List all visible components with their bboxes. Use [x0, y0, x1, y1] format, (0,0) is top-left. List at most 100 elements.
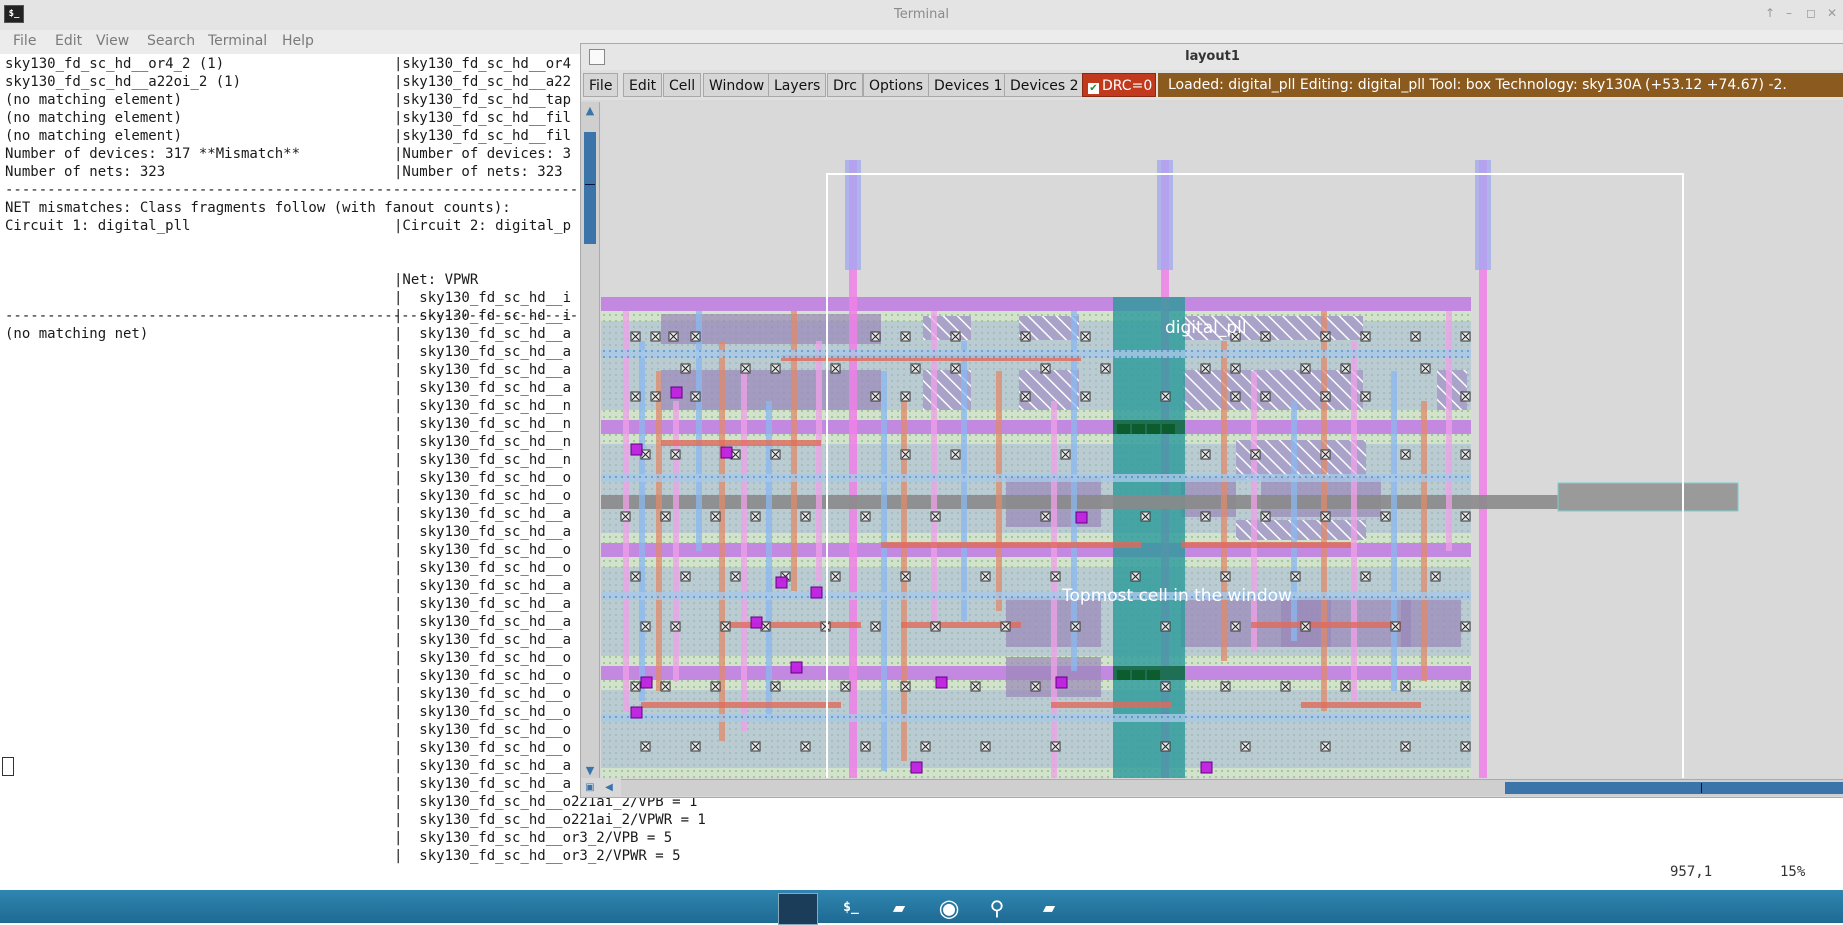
terminal-line-right: | sky130_fd_sc_hd__n	[394, 416, 572, 432]
terminal-cursor	[2, 757, 14, 776]
menu-help[interactable]: Help	[282, 33, 314, 49]
horizontal-scrollbar[interactable]	[621, 779, 1843, 796]
layout-status-bar: Loaded: digital_pll Editing: digital_pll…	[1158, 73, 1843, 97]
terminal-line-right: | sky130_fd_sc_hd__a	[394, 776, 572, 792]
menu-search[interactable]: Search	[147, 33, 195, 49]
vertical-scroll-mark	[585, 184, 595, 185]
vertical-scroll-thumb[interactable]	[584, 132, 596, 244]
search-icon[interactable]: ⚲	[978, 893, 1016, 923]
drc-check-icon: ✔	[1088, 83, 1099, 94]
terminal-line-left: (no matching element)	[5, 92, 183, 108]
terminal-line-right: | sky130_fd_sc_hd__n	[394, 434, 572, 450]
files-icon[interactable]: ▰	[1030, 893, 1068, 923]
terminal-line-right: | sky130_fd_sc_hd__or3_2/VPB = 5	[394, 830, 673, 846]
layout-canvas[interactable]: digital_pll Topmost cell in the window	[601, 102, 1843, 778]
layout-coordinates: (+53.12 +74.67) -2.	[1645, 77, 1787, 93]
horizontal-scroll-thumb[interactable]	[1505, 782, 1843, 794]
terminal-line-right: | sky130_fd_sc_hd__a	[394, 758, 572, 774]
minimize-icon[interactable]: –	[1786, 6, 1792, 20]
layout-menu-drc[interactable]: Drc	[827, 73, 863, 97]
terminal-line-right: | sky130_fd_sc_hd__a	[394, 524, 572, 540]
terminal-line-right: | sky130_fd_sc_hd__i	[394, 308, 572, 324]
layout-menu-file[interactable]: File	[583, 73, 619, 97]
terminal-line-right: | sky130_fd_sc_hd__a	[394, 506, 572, 522]
terminal-line-right: | sky130_fd_sc_hd__n	[394, 452, 572, 468]
terminal-line-right: |Circuit 2: digital_p	[394, 218, 572, 234]
layout-menu-options[interactable]: Options	[863, 73, 930, 97]
maximize-icon[interactable]: ◻	[1806, 6, 1816, 20]
terminal-title: Terminal	[894, 7, 949, 22]
menu-terminal[interactable]: Terminal	[208, 33, 267, 49]
folder-icon[interactable]: ▰	[880, 893, 918, 923]
close-icon[interactable]: ✕	[1827, 6, 1837, 20]
terminal-line-right: | sky130_fd_sc_hd__a	[394, 380, 572, 396]
scroll-up-icon[interactable]: ▲	[582, 104, 598, 117]
terminal-line-left: sky130_fd_sc_hd__or4_2 (1)	[5, 56, 225, 72]
terminal-icon[interactable]: $_	[832, 893, 870, 923]
terminal-line-right: | sky130_fd_sc_hd__a	[394, 596, 572, 612]
desktop-icon[interactable]	[778, 893, 818, 925]
taskbar	[0, 890, 1843, 923]
terminal-line-right: |sky130_fd_sc_hd__or4	[394, 56, 572, 72]
terminal-line-right: | sky130_fd_sc_hd__o	[394, 668, 572, 684]
terminal-line-right: | sky130_fd_sc_hd__o	[394, 488, 572, 504]
terminal-line-right: | sky130_fd_sc_hd__o	[394, 686, 572, 702]
layout-menu-layers[interactable]: Layers	[768, 73, 827, 97]
terminal-line-right: |sky130_fd_sc_hd__a22	[394, 74, 572, 90]
layout-title: layout1	[1185, 49, 1240, 64]
layout-menu-cell[interactable]: Cell	[663, 73, 702, 97]
menu-file[interactable]: File	[13, 33, 36, 49]
terminal-line-right: | sky130_fd_sc_hd__a	[394, 632, 572, 648]
scroll-down-icon[interactable]: ▼	[582, 764, 598, 777]
layout-menu-window[interactable]: Window	[703, 73, 771, 97]
terminal-line-right: | sky130_fd_sc_hd__o221ai_2/VPWR = 1	[394, 812, 706, 828]
terminal-line-right: | sky130_fd_sc_hd__a	[394, 326, 572, 342]
terminal-line-right: |Number of devices: 3	[394, 146, 572, 162]
terminal-line-right: | sky130_fd_sc_hd__o	[394, 740, 572, 756]
scroll-left-icon[interactable]: ◀	[601, 782, 617, 793]
terminal-line-left: Number of nets: 323	[5, 164, 166, 180]
layout-toolbar: File Edit Cell Window Layers Drc Options…	[581, 70, 1843, 100]
terminal-line-right: | sky130_fd_sc_hd__o	[394, 704, 572, 720]
terminal-line-right: | sky130_fd_sc_hd__o	[394, 650, 572, 666]
terminal-line-right: |Number of nets: 323	[394, 164, 563, 180]
terminal-line-left: (no matching net)	[5, 326, 149, 342]
terminal-line-right: | sky130_fd_sc_hd__o	[394, 722, 572, 738]
terminal-line-left: (no matching element)	[5, 128, 183, 144]
terminal-line-right: | sky130_fd_sc_hd__a	[394, 578, 572, 594]
layout-menu-edit[interactable]: Edit	[623, 73, 663, 97]
terminal-line-right: | sky130_fd_sc_hd__a	[394, 344, 572, 360]
terminal-line-right: | sky130_fd_sc_hd__a	[394, 614, 572, 630]
layout-menu-devices2[interactable]: Devices 2	[1004, 73, 1085, 97]
terminal-line-right: | sky130_fd_sc_hd__a	[394, 362, 572, 378]
terminal-line-right: |sky130_fd_sc_hd__tap	[394, 92, 572, 108]
layout-titlebar: layout1	[581, 44, 1843, 70]
window-up-icon[interactable]: ↑	[1765, 6, 1775, 20]
horizontal-scroll-mark	[1701, 783, 1702, 793]
terminal-line-left: (no matching element)	[5, 110, 183, 126]
layout-status-text: Loaded: digital_pll Editing: digital_pll…	[1168, 77, 1642, 93]
browser-icon[interactable]: ◉	[930, 893, 968, 923]
drc-toggle[interactable]: ✔ DRC=0	[1082, 73, 1156, 97]
cell-name-label: digital_pll	[1165, 318, 1247, 338]
terminal-line-right: |sky130_fd_sc_hd__fil	[394, 128, 572, 144]
terminal-line-right: | sky130_fd_sc_hd__o	[394, 560, 572, 576]
terminal-line-right: | sky130_fd_sc_hd__i	[394, 290, 572, 306]
terminal-line-left: Circuit 1: digital_pll	[5, 218, 191, 234]
terminal-titlebar: $_ Terminal ↑ – ◻ ✕	[0, 0, 1843, 31]
terminal-line-right: |sky130_fd_sc_hd__fil	[394, 110, 572, 126]
menu-edit[interactable]: Edit	[55, 33, 82, 49]
terminal-line-left: Number of devices: 317 **Mismatch**	[5, 146, 301, 162]
menu-view[interactable]: View	[96, 33, 129, 49]
drc-label: DRC=0	[1102, 78, 1153, 94]
terminal-line-right: | sky130_fd_sc_hd__o	[394, 542, 572, 558]
layout-menu-devices1[interactable]: Devices 1	[928, 73, 1009, 97]
terminal-line-right: | sky130_fd_sc_hd__or3_2/VPWR = 5	[394, 848, 681, 864]
terminal-line-right: |Net: VPWR	[394, 272, 479, 288]
cursor-position: 957,1	[1670, 864, 1713, 880]
topmost-cell-label: Topmost cell in the window	[1061, 586, 1292, 606]
zoom-box-icon[interactable]: ▣	[582, 782, 598, 793]
terminal-line-right: | sky130_fd_sc_hd__o	[394, 470, 572, 486]
terminal-line-right: | sky130_fd_sc_hd__n	[394, 398, 572, 414]
vertical-scrollbar[interactable]: ▲ ▼	[581, 102, 600, 778]
